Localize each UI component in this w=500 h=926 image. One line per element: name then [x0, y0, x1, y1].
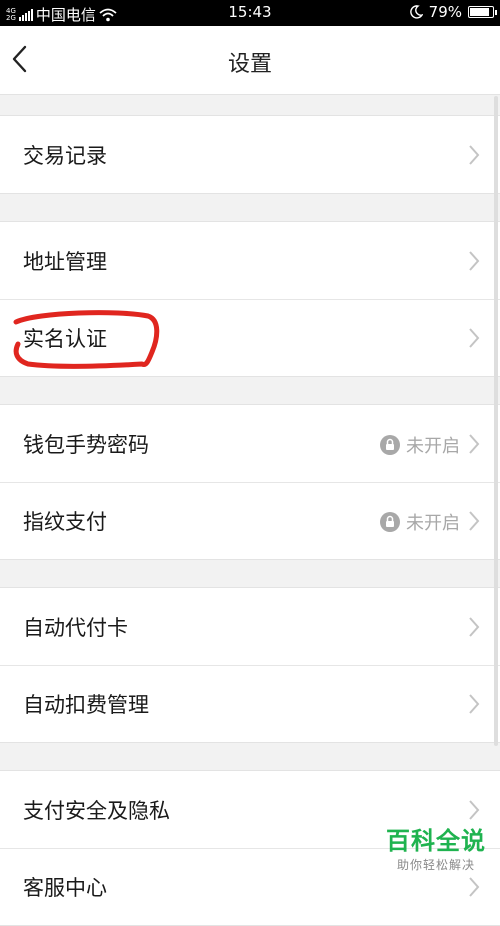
chevron-right-icon — [469, 877, 480, 897]
row-label: 自动代付卡 — [23, 615, 128, 640]
page-title: 设置 — [227, 52, 272, 77]
row-label: 自动扣费管理 — [23, 692, 149, 717]
group-security: 钱包手势密码 未开启 指纹支付 未开启 — [0, 404, 500, 560]
group-auto-pay: 自动代付卡 自动扣费管理 — [0, 587, 500, 743]
moon-icon — [409, 5, 423, 19]
row-label: 实名认证 — [23, 326, 107, 351]
row-auto-debit-management[interactable]: 自动扣费管理 — [0, 665, 500, 742]
chevron-right-icon — [469, 251, 480, 271]
chevron-right-icon — [469, 800, 480, 820]
battery-icon — [468, 6, 497, 18]
status-bar: 4G 2G 中国电信 15:43 79% — [0, 0, 500, 26]
row-label: 钱包手势密码 — [23, 432, 149, 457]
row-label: 客服中心 — [23, 875, 107, 900]
nav-bar: 设置 — [0, 26, 500, 95]
row-address-management[interactable]: 地址管理 — [0, 222, 500, 299]
lock-icon — [380, 435, 400, 455]
status-indicator: 未开启 — [380, 509, 460, 535]
chevron-right-icon — [469, 145, 480, 165]
row-label: 指纹支付 — [23, 509, 107, 534]
group-account: 地址管理 实名认证 — [0, 221, 500, 377]
battery-percent: 79% — [428, 3, 462, 21]
group-transactions: 交易记录 — [0, 115, 500, 194]
settings-list: 交易记录 地址管理 实名认证 钱包手势密码 未开启 指纹支付 未开启 自动代付卡… — [0, 94, 500, 926]
lock-icon — [380, 512, 400, 532]
row-label: 地址管理 — [23, 249, 107, 274]
chevron-right-icon — [469, 328, 480, 348]
chevron-right-icon — [469, 434, 480, 454]
status-text: 未开启 — [406, 513, 460, 534]
row-label: 支付安全及隐私 — [23, 798, 170, 823]
chevron-right-icon — [469, 511, 480, 531]
row-auto-pay-card[interactable]: 自动代付卡 — [0, 588, 500, 665]
chevron-right-icon — [469, 617, 480, 637]
status-indicator: 未开启 — [380, 432, 460, 458]
watermark-title: 百科全说 — [386, 827, 486, 855]
scrollbar[interactable] — [494, 96, 498, 746]
status-right: 79% — [409, 3, 497, 21]
chevron-right-icon — [469, 694, 480, 714]
row-label: 交易记录 — [23, 143, 107, 168]
row-transaction-records[interactable]: 交易记录 — [0, 116, 500, 193]
row-real-name-verification[interactable]: 实名认证 — [0, 299, 500, 376]
watermark-subtitle: 助你轻松解决 — [396, 858, 475, 872]
watermark-logo: 百科全说 助你轻松解决 — [386, 821, 486, 873]
status-text: 未开启 — [406, 436, 460, 457]
row-fingerprint-payment[interactable]: 指纹支付 未开启 — [0, 482, 500, 559]
row-wallet-gesture-password[interactable]: 钱包手势密码 未开启 — [0, 405, 500, 482]
